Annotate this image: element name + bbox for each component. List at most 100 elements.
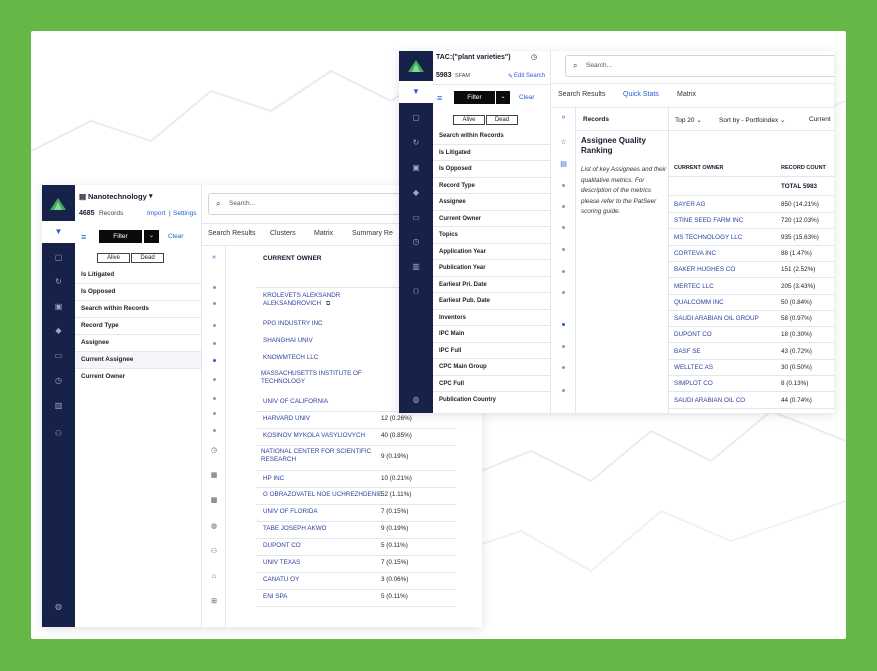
bank-icon[interactable]: ⌂ bbox=[202, 573, 226, 580]
owner-row-1[interactable]: KROLEVETS ALEKSANDR ALEKSANDROVICH bbox=[263, 292, 381, 308]
filter-button[interactable]: Filter bbox=[454, 91, 495, 104]
import-link[interactable]: Import bbox=[147, 210, 165, 217]
tag-icon[interactable]: ◆ bbox=[42, 326, 75, 336]
owner-row-10[interactable]: HP INC bbox=[263, 475, 284, 483]
tab-quick-stats[interactable]: Quick Stats bbox=[623, 91, 659, 98]
filter-dropdown-icon[interactable]: ⌄ bbox=[144, 230, 159, 243]
menu-assignee[interactable]: Assignee bbox=[75, 335, 201, 352]
save-icon[interactable]: ▣ bbox=[399, 163, 433, 173]
expand-icon[interactable]: » bbox=[202, 254, 226, 261]
owner-row-16[interactable]: CANATU OY bbox=[263, 576, 299, 584]
folder-icon[interactable]: ▭ bbox=[42, 351, 75, 361]
stats-icon[interactable]: ▤ bbox=[551, 160, 576, 168]
menu-ipc-main[interactable]: IPC Main bbox=[433, 326, 550, 343]
filter-dropdown-icon[interactable]: ⌄ bbox=[496, 91, 510, 104]
owner-row-8[interactable]: KOSINOV MYKOLA VASYLIOVYCH bbox=[263, 432, 365, 440]
owner-row-4[interactable]: KNOWMTECH LLC bbox=[263, 354, 318, 362]
owner-row-9[interactable]: NATIONAL CENTER FOR SCIENTIFIC RESEARCH bbox=[261, 448, 379, 464]
assignee-owner-4[interactable]: CORTEVA INC bbox=[674, 250, 716, 258]
chevron-down-icon[interactable]: ▾ bbox=[149, 192, 153, 200]
owner-row-15[interactable]: UNIV TEXAS bbox=[263, 559, 300, 567]
team-icon[interactable]: ⚇ bbox=[202, 547, 226, 555]
owner-row-12[interactable]: UNIV OF FLORIDA bbox=[263, 508, 318, 516]
menu-cpc-main-group[interactable]: CPC Main Group bbox=[433, 359, 550, 376]
chart-icon[interactable]: ▥ bbox=[399, 262, 433, 272]
assignee-owner-12[interactable]: SIMPLOT CO bbox=[674, 380, 713, 388]
dead-toggle[interactable]: Dead bbox=[131, 253, 164, 263]
edit-search-icon[interactable]: ✎ bbox=[508, 73, 513, 80]
assignee-owner-13[interactable]: SAUDI ARABIAN OIL CO bbox=[674, 397, 745, 405]
menu-application-year[interactable]: Application Year bbox=[433, 244, 550, 260]
globe-icon[interactable]: ◍ bbox=[42, 602, 75, 612]
nav-filter-tab[interactable]: ▼ bbox=[42, 221, 75, 243]
alarm-icon[interactable]: ◷ bbox=[42, 376, 75, 386]
history-icon[interactable]: ◷ bbox=[202, 446, 226, 454]
owner-row-14[interactable]: DUPONT CO bbox=[263, 542, 301, 550]
menu-cpc-full[interactable]: CPC Full bbox=[433, 376, 550, 392]
clear-button[interactable]: Clear bbox=[168, 233, 184, 240]
history-icon[interactable]: ↻ bbox=[42, 277, 75, 287]
current-label[interactable]: Current bbox=[809, 116, 831, 123]
top-dropdown[interactable]: Top 20 ⌄ bbox=[675, 116, 702, 124]
history-icon[interactable]: ↻ bbox=[399, 138, 433, 148]
menu-is-opposed[interactable]: Is Opposed bbox=[75, 284, 201, 301]
menu-inventors[interactable]: Inventors bbox=[433, 310, 550, 326]
document-icon[interactable]: ▢ bbox=[399, 113, 433, 123]
menu-current-assignee[interactable]: Current Assignee bbox=[75, 352, 201, 369]
tag-icon[interactable]: ◆ bbox=[399, 188, 433, 198]
filter-settings-icon[interactable]: ≡ bbox=[437, 93, 442, 103]
globe-icon[interactable]: ◍ bbox=[399, 395, 433, 405]
assignee-owner-8[interactable]: SAUDI ARABIAN OIL GROUP bbox=[674, 315, 759, 323]
menu-search-within-records[interactable]: Search within Records bbox=[75, 301, 201, 318]
menu-earliest-pri-date[interactable]: Earliest Pri. Date bbox=[433, 277, 550, 293]
card-title[interactable]: Assignee Quality Ranking bbox=[581, 136, 667, 156]
team-icon[interactable]: ⚇ bbox=[399, 287, 433, 297]
expand-icon[interactable]: » bbox=[551, 114, 576, 121]
menu-record-type[interactable]: Record Type bbox=[75, 318, 201, 335]
menu-search-within-records[interactable]: Search within Records bbox=[433, 128, 550, 145]
tab-matrix[interactable]: Matrix bbox=[314, 230, 333, 237]
tab-matrix[interactable]: Matrix bbox=[677, 91, 696, 98]
assignee-owner-5[interactable]: BAKER HUGHES CO bbox=[674, 266, 735, 274]
owner-row-7[interactable]: HARVARD UNIV bbox=[263, 415, 310, 423]
tab-search-results[interactable]: Search Results bbox=[208, 230, 255, 237]
assignee-owner-2[interactable]: STINE SEED FARM INC bbox=[674, 217, 743, 225]
menu-topics[interactable]: Topics bbox=[433, 227, 550, 244]
globe-icon[interactable]: ◍ bbox=[202, 522, 226, 530]
team-icon[interactable]: ⚇ bbox=[42, 429, 75, 439]
sort-dropdown[interactable]: Sort by - Portfoindex ⌄ bbox=[719, 116, 786, 124]
owner-row-11[interactable]: G OBRAZOVATEL NOE UCHREZHDENIE bbox=[263, 491, 382, 499]
document-icon[interactable]: ▢ bbox=[42, 253, 75, 263]
menu-current-owner[interactable]: Current Owner bbox=[75, 369, 201, 386]
save-icon[interactable]: ▣ bbox=[42, 302, 75, 312]
menu-ipc-full[interactable]: IPC Full bbox=[433, 343, 550, 359]
filter-settings-icon[interactable]: ≡ bbox=[81, 232, 86, 242]
qr-icon[interactable]: ▩ bbox=[202, 496, 226, 504]
tab-search-results[interactable]: Search Results bbox=[558, 91, 605, 98]
assignee-owner-11[interactable]: WELLTEC AS bbox=[674, 364, 713, 372]
assignee-owner-10[interactable]: BASF SE bbox=[674, 348, 701, 356]
assignee-owner-9[interactable]: DUPONT CO bbox=[674, 331, 712, 339]
alive-toggle[interactable]: Alive bbox=[97, 253, 130, 263]
alarm-small-icon[interactable]: ◷ bbox=[531, 53, 537, 61]
clear-button[interactable]: Clear bbox=[519, 94, 535, 101]
alive-toggle[interactable]: Alive bbox=[453, 115, 485, 125]
menu-is-litigated[interactable]: Is Litigated bbox=[75, 267, 201, 284]
assignee-owner-3[interactable]: MS TECHNOLOGY LLC bbox=[674, 234, 742, 242]
menu-is-litigated[interactable]: Is Litigated bbox=[433, 145, 550, 161]
copy-icon[interactable]: ⧉ bbox=[326, 301, 330, 308]
filter-button[interactable]: Filter bbox=[99, 230, 142, 243]
owner-row-5[interactable]: MASSACHUSETTS INSTITUTE OF TECHNOLOGY bbox=[261, 370, 381, 386]
menu-earliest-pub-date[interactable]: Earliest Pub. Date bbox=[433, 293, 550, 310]
owner-row-13[interactable]: TABE JOSEPH AKWO bbox=[263, 525, 327, 533]
owner-row-17[interactable]: ENI SPA bbox=[263, 593, 287, 601]
menu-assignee[interactable]: Assignee bbox=[433, 194, 550, 211]
menu-publication-year[interactable]: Publication Year bbox=[433, 260, 550, 277]
menu-is-opposed[interactable]: Is Opposed bbox=[433, 161, 550, 178]
menu-publication-country[interactable]: Publication Country bbox=[433, 392, 550, 409]
owner-row-6[interactable]: UNIV OF CALIFORNIA bbox=[263, 398, 328, 406]
assignee-owner-7[interactable]: QUALCOMM INC bbox=[674, 299, 724, 307]
menu-current-owner[interactable]: Current Owner bbox=[433, 211, 550, 227]
alarm-icon[interactable]: ◷ bbox=[399, 237, 433, 247]
tab-summary-report[interactable]: Summary Re bbox=[352, 230, 393, 237]
